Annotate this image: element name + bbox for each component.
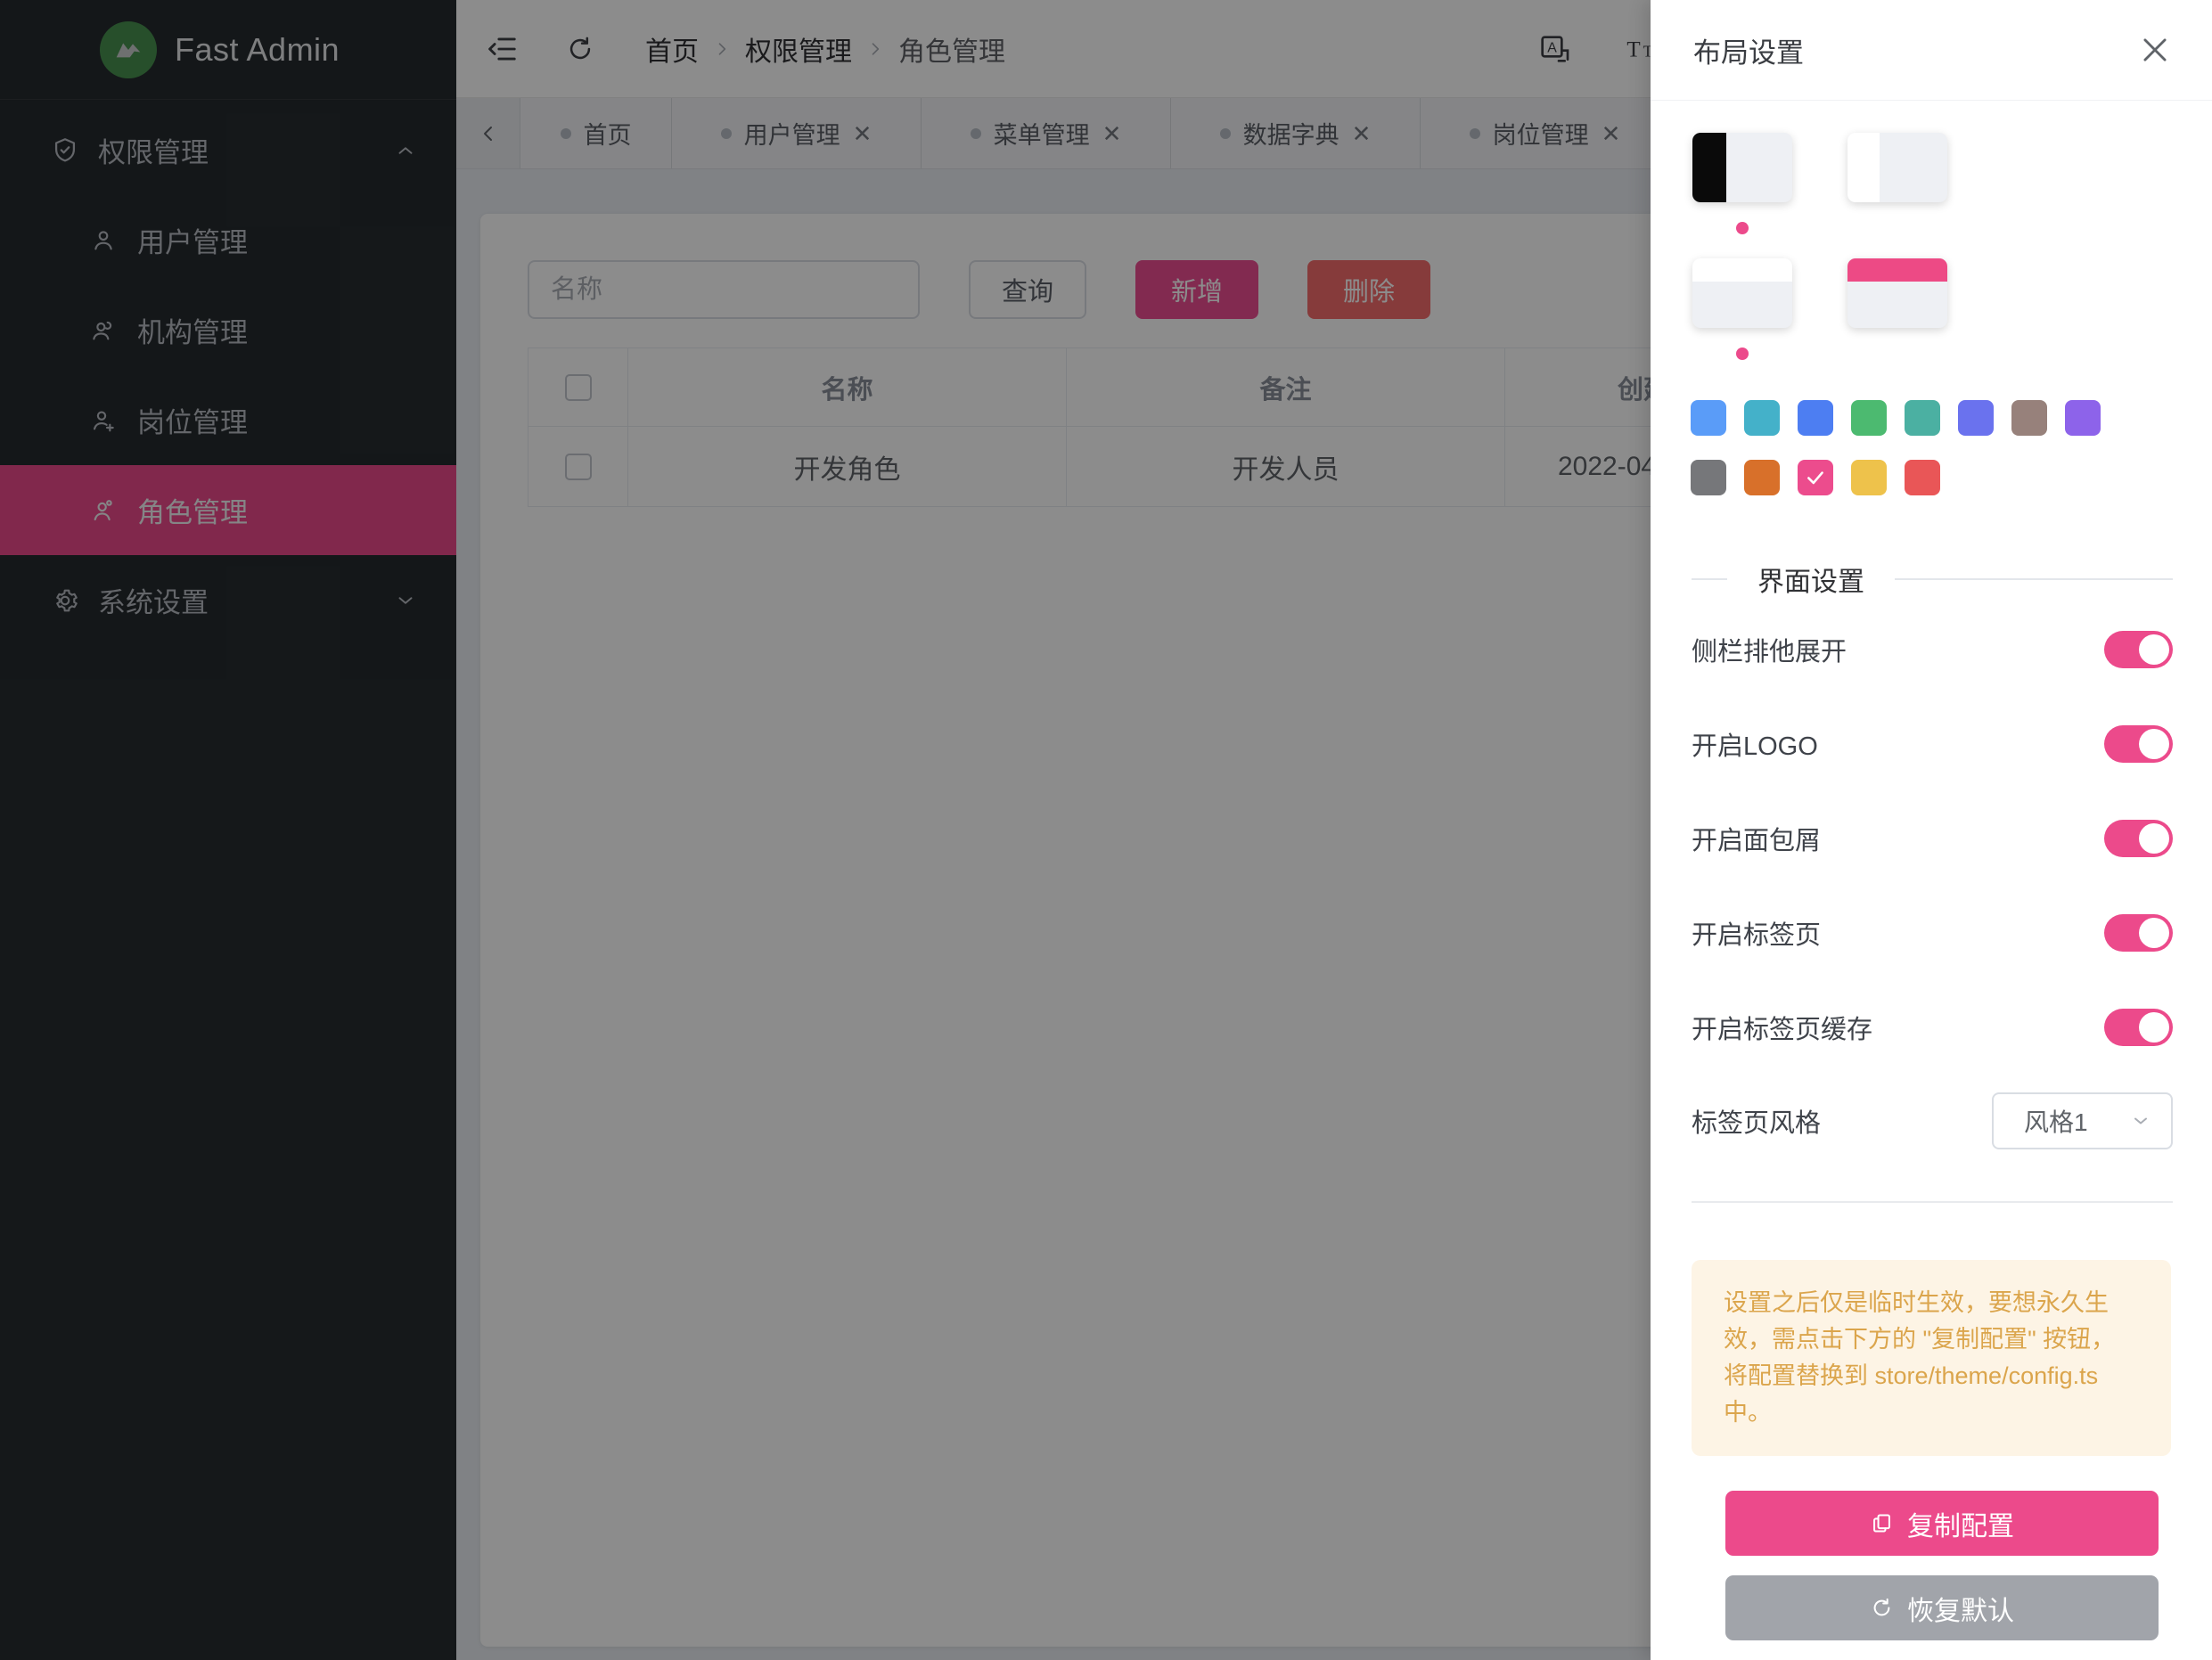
- color-swatch[interactable]: [1798, 400, 1833, 436]
- drawer-title: 布局设置: [1693, 30, 1804, 70]
- layout-settings-drawer: 布局设置: [1651, 0, 2212, 1660]
- toggle-tabs-cache[interactable]: [2104, 1009, 2173, 1046]
- modal-overlay[interactable]: [0, 0, 1651, 1660]
- color-swatch[interactable]: [1851, 460, 1887, 495]
- layout-option-light-sidebar[interactable]: [1847, 133, 1947, 202]
- color-swatch[interactable]: [2011, 400, 2047, 436]
- layout-option-pink-header[interactable]: [1847, 258, 1947, 328]
- thumb-dark-sidebar: [1692, 133, 1726, 202]
- color-swatch[interactable]: [1905, 460, 1940, 495]
- tab-style-select[interactable]: 风格1: [1992, 1092, 2173, 1149]
- color-swatch[interactable]: [1691, 400, 1726, 436]
- copy-icon: [1870, 1511, 1894, 1535]
- setting-tab-style: 标签页风格 风格1: [1692, 1092, 2173, 1149]
- selected-dot-icon: [1736, 222, 1749, 234]
- layout-option-dark-sidebar[interactable]: [1692, 133, 1792, 202]
- setting-label: 标签页风格: [1692, 1102, 1821, 1140]
- setting-breadcrumb: 开启面包屑: [1692, 820, 2173, 857]
- toggle-tabs[interactable]: [2104, 914, 2173, 952]
- interface-settings-title: 界面设置: [1727, 560, 1895, 599]
- setting-logo: 开启LOGO: [1692, 725, 2173, 763]
- interface-settings-divider: 界面设置: [1692, 560, 2173, 599]
- color-swatch[interactable]: [1744, 460, 1780, 495]
- drawer-header: 布局设置: [1651, 0, 2212, 101]
- copy-config-button[interactable]: 复制配置: [1725, 1491, 2159, 1556]
- selected-dot-icon: [1736, 348, 1749, 360]
- drawer-divider: [1692, 1201, 2173, 1203]
- setting-sidebar-accordion: 侧栏排他展开: [1692, 631, 2173, 668]
- color-swatch[interactable]: [1691, 460, 1726, 495]
- thumb-pink-header: [1847, 258, 1947, 282]
- reset-default-button[interactable]: 恢复默认: [1725, 1575, 2159, 1640]
- thumb-light-sidebar: [1847, 133, 1880, 202]
- setting-label: 开启标签页缓存: [1692, 1009, 1872, 1046]
- toggle-logo[interactable]: [2104, 725, 2173, 763]
- layout-option-light-header[interactable]: [1692, 258, 1792, 328]
- screen: Fast Admin 权限管理 用户管理 机构管理 岗位管理 角色: [0, 0, 2212, 1660]
- color-swatch[interactable]: [1744, 400, 1780, 436]
- close-icon[interactable]: [2138, 33, 2172, 67]
- setting-tabs-cache: 开启标签页缓存: [1692, 1009, 2173, 1046]
- check-icon: [1804, 466, 1827, 489]
- notice-box: 设置之后仅是临时生效，要想永久生效，需点击下方的 "复制配置" 按钮，将配置替换…: [1692, 1260, 2171, 1456]
- color-swatch-selected[interactable]: [1798, 460, 1833, 495]
- setting-label: 开启面包屑: [1692, 820, 1821, 857]
- refresh-icon: [1870, 1596, 1894, 1620]
- chevron-down-icon: [2130, 1110, 2151, 1132]
- toggle-sidebar-accordion[interactable]: [2104, 631, 2173, 668]
- reset-default-label: 恢复默认: [1907, 1589, 2014, 1628]
- tab-style-value: 风格1: [2024, 1103, 2088, 1139]
- setting-label: 侧栏排他展开: [1692, 631, 1847, 668]
- color-swatch[interactable]: [2065, 400, 2101, 436]
- setting-label: 开启标签页: [1692, 914, 1821, 952]
- toggle-breadcrumb[interactable]: [2104, 820, 2173, 857]
- setting-tabs: 开启标签页: [1692, 914, 2173, 952]
- setting-label: 开启LOGO: [1692, 725, 1818, 763]
- color-swatch[interactable]: [1958, 400, 1994, 436]
- color-swatch[interactable]: [1905, 400, 1940, 436]
- theme-color-swatches: [1691, 400, 2172, 495]
- thumb-light-header: [1692, 258, 1792, 282]
- copy-config-label: 复制配置: [1907, 1504, 2014, 1543]
- color-swatch[interactable]: [1851, 400, 1887, 436]
